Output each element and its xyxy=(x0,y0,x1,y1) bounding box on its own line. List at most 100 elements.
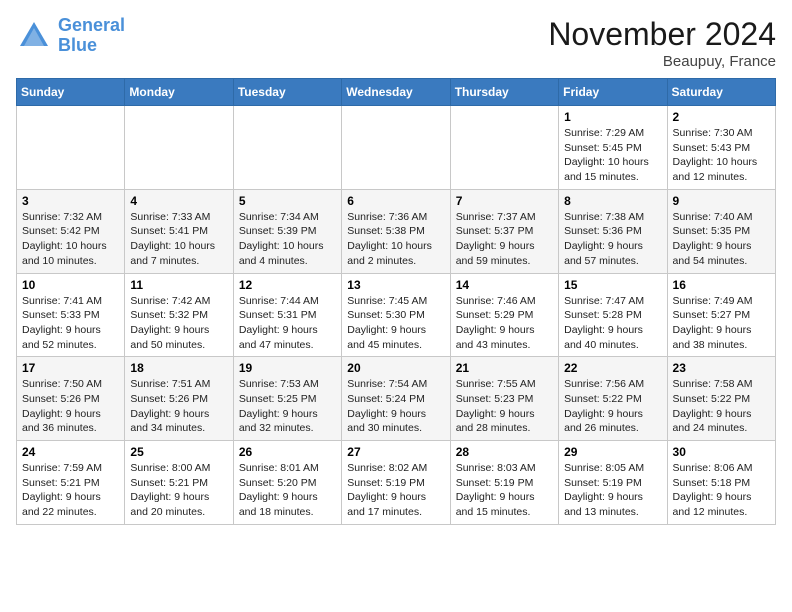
day-info: Sunrise: 7:34 AM Sunset: 5:39 PM Dayligh… xyxy=(239,210,336,269)
calendar-cell xyxy=(450,106,558,190)
calendar-cell: 8Sunrise: 7:38 AM Sunset: 5:36 PM Daylig… xyxy=(559,189,667,273)
logo-line2: Blue xyxy=(58,35,97,55)
day-info: Sunrise: 7:32 AM Sunset: 5:42 PM Dayligh… xyxy=(22,210,119,269)
day-number: 9 xyxy=(673,194,770,208)
day-info: Sunrise: 7:45 AM Sunset: 5:30 PM Dayligh… xyxy=(347,294,444,353)
weekday-header: Sunday xyxy=(17,79,125,106)
calendar-cell xyxy=(125,106,233,190)
day-number: 17 xyxy=(22,361,119,375)
day-info: Sunrise: 7:38 AM Sunset: 5:36 PM Dayligh… xyxy=(564,210,661,269)
day-info: Sunrise: 7:44 AM Sunset: 5:31 PM Dayligh… xyxy=(239,294,336,353)
day-number: 5 xyxy=(239,194,336,208)
day-info: Sunrise: 7:49 AM Sunset: 5:27 PM Dayligh… xyxy=(673,294,770,353)
day-number: 10 xyxy=(22,278,119,292)
day-info: Sunrise: 8:03 AM Sunset: 5:19 PM Dayligh… xyxy=(456,461,553,520)
calendar-cell: 10 Sunrise: 7:41 AM Sunset: 5:33 PM Dayli… xyxy=(17,273,125,357)
calendar-cell: 1Sunrise: 7:29 AM Sunset: 5:45 PM Daylig… xyxy=(559,106,667,190)
logo: General Blue xyxy=(16,16,125,56)
day-info: Sunrise: 7:51 AM Sunset: 5:26 PM Dayligh… xyxy=(130,377,227,436)
calendar-cell: 13Sunrise: 7:45 AM Sunset: 5:30 PM Dayli… xyxy=(342,273,450,357)
day-number: 18 xyxy=(130,361,227,375)
calendar-cell: 15Sunrise: 7:47 AM Sunset: 5:28 PM Dayli… xyxy=(559,273,667,357)
day-info: Sunrise: 8:00 AM Sunset: 5:21 PM Dayligh… xyxy=(130,461,227,520)
weekday-header: Wednesday xyxy=(342,79,450,106)
calendar-cell xyxy=(17,106,125,190)
calendar-table: SundayMondayTuesdayWednesdayThursdayFrid… xyxy=(16,78,776,525)
weekday-header: Monday xyxy=(125,79,233,106)
location: Beaupuy, France xyxy=(548,53,776,70)
day-info: Sunrise: 8:05 AM Sunset: 5:19 PM Dayligh… xyxy=(564,461,661,520)
calendar-week-row: 3 Sunrise: 7:32 AM Sunset: 5:42 PM Daylig… xyxy=(17,189,776,273)
calendar-cell: 27Sunrise: 8:02 AM Sunset: 5:19 PM Dayli… xyxy=(342,441,450,525)
weekday-header: Tuesday xyxy=(233,79,341,106)
weekday-header: Friday xyxy=(559,79,667,106)
day-number: 30 xyxy=(673,445,770,459)
day-number: 28 xyxy=(456,445,553,459)
day-info: Sunrise: 7:37 AM Sunset: 5:37 PM Dayligh… xyxy=(456,210,553,269)
calendar-cell xyxy=(233,106,341,190)
day-info: Sunrise: 7:41 AM Sunset: 5:33 PM Dayligh… xyxy=(22,294,119,353)
calendar-cell: 5 Sunrise: 7:34 AM Sunset: 5:39 PM Daylig… xyxy=(233,189,341,273)
calendar-cell: 23Sunrise: 7:58 AM Sunset: 5:22 PM Dayli… xyxy=(667,357,775,441)
day-info: Sunrise: 7:56 AM Sunset: 5:22 PM Dayligh… xyxy=(564,377,661,436)
calendar-cell: 14Sunrise: 7:46 AM Sunset: 5:29 PM Dayli… xyxy=(450,273,558,357)
day-number: 23 xyxy=(673,361,770,375)
calendar-cell: 12 Sunrise: 7:44 AM Sunset: 5:31 PM Dayli… xyxy=(233,273,341,357)
calendar-cell: 3 Sunrise: 7:32 AM Sunset: 5:42 PM Daylig… xyxy=(17,189,125,273)
day-number: 27 xyxy=(347,445,444,459)
day-number: 26 xyxy=(239,445,336,459)
day-number: 3 xyxy=(22,194,119,208)
day-number: 11 xyxy=(130,278,227,292)
calendar-header-row: SundayMondayTuesdayWednesdayThursdayFrid… xyxy=(17,79,776,106)
day-number: 6 xyxy=(347,194,444,208)
calendar-cell: 7Sunrise: 7:37 AM Sunset: 5:37 PM Daylig… xyxy=(450,189,558,273)
calendar-cell: 2 Sunrise: 7:30 AM Sunset: 5:43 PM Daylig… xyxy=(667,106,775,190)
day-number: 29 xyxy=(564,445,661,459)
month-title: November 2024 xyxy=(548,16,776,53)
calendar-cell: 22 Sunrise: 7:56 AM Sunset: 5:22 PM Dayli… xyxy=(559,357,667,441)
weekday-header: Thursday xyxy=(450,79,558,106)
calendar-cell: 28 Sunrise: 8:03 AM Sunset: 5:19 PM Dayli… xyxy=(450,441,558,525)
day-number: 22 xyxy=(564,361,661,375)
logo-icon xyxy=(16,18,52,54)
day-info: Sunrise: 7:36 AM Sunset: 5:38 PM Dayligh… xyxy=(347,210,444,269)
day-info: Sunrise: 7:55 AM Sunset: 5:23 PM Dayligh… xyxy=(456,377,553,436)
day-info: Sunrise: 8:01 AM Sunset: 5:20 PM Dayligh… xyxy=(239,461,336,520)
calendar-cell xyxy=(342,106,450,190)
day-number: 19 xyxy=(239,361,336,375)
calendar-cell: 30 Sunrise: 8:06 AM Sunset: 5:18 PM Dayli… xyxy=(667,441,775,525)
day-info: Sunrise: 7:50 AM Sunset: 5:26 PM Dayligh… xyxy=(22,377,119,436)
calendar-week-row: 10 Sunrise: 7:41 AM Sunset: 5:33 PM Dayli… xyxy=(17,273,776,357)
day-info: Sunrise: 7:54 AM Sunset: 5:24 PM Dayligh… xyxy=(347,377,444,436)
calendar-cell: 17 Sunrise: 7:50 AM Sunset: 5:26 PM Dayli… xyxy=(17,357,125,441)
logo-line1: General xyxy=(58,15,125,35)
day-info: Sunrise: 7:47 AM Sunset: 5:28 PM Dayligh… xyxy=(564,294,661,353)
day-info: Sunrise: 7:42 AM Sunset: 5:32 PM Dayligh… xyxy=(130,294,227,353)
calendar-cell: 25 Sunrise: 8:00 AM Sunset: 5:21 PM Dayli… xyxy=(125,441,233,525)
day-number: 2 xyxy=(673,110,770,124)
calendar-cell: 26 Sunrise: 8:01 AM Sunset: 5:20 PM Dayli… xyxy=(233,441,341,525)
day-info: Sunrise: 7:59 AM Sunset: 5:21 PM Dayligh… xyxy=(22,461,119,520)
calendar-cell: 11 Sunrise: 7:42 AM Sunset: 5:32 PM Dayli… xyxy=(125,273,233,357)
calendar-cell: 9 Sunrise: 7:40 AM Sunset: 5:35 PM Daylig… xyxy=(667,189,775,273)
calendar-week-row: 24Sunrise: 7:59 AM Sunset: 5:21 PM Dayli… xyxy=(17,441,776,525)
calendar-cell: 18 Sunrise: 7:51 AM Sunset: 5:26 PM Dayli… xyxy=(125,357,233,441)
calendar-cell: 29 Sunrise: 8:05 AM Sunset: 5:19 PM Dayli… xyxy=(559,441,667,525)
day-info: Sunrise: 7:46 AM Sunset: 5:29 PM Dayligh… xyxy=(456,294,553,353)
day-info: Sunrise: 7:40 AM Sunset: 5:35 PM Dayligh… xyxy=(673,210,770,269)
calendar-cell: 24Sunrise: 7:59 AM Sunset: 5:21 PM Dayli… xyxy=(17,441,125,525)
day-number: 20 xyxy=(347,361,444,375)
calendar-cell: 21Sunrise: 7:55 AM Sunset: 5:23 PM Dayli… xyxy=(450,357,558,441)
weekday-header: Saturday xyxy=(667,79,775,106)
day-number: 25 xyxy=(130,445,227,459)
calendar-week-row: 17 Sunrise: 7:50 AM Sunset: 5:26 PM Dayli… xyxy=(17,357,776,441)
day-number: 16 xyxy=(673,278,770,292)
day-info: Sunrise: 7:30 AM Sunset: 5:43 PM Dayligh… xyxy=(673,126,770,185)
day-number: 4 xyxy=(130,194,227,208)
day-number: 12 xyxy=(239,278,336,292)
day-info: Sunrise: 7:29 AM Sunset: 5:45 PM Dayligh… xyxy=(564,126,661,185)
calendar-cell: 16 Sunrise: 7:49 AM Sunset: 5:27 PM Dayli… xyxy=(667,273,775,357)
calendar-cell: 6 Sunrise: 7:36 AM Sunset: 5:38 PM Daylig… xyxy=(342,189,450,273)
calendar-cell: 4Sunrise: 7:33 AM Sunset: 5:41 PM Daylig… xyxy=(125,189,233,273)
day-info: Sunrise: 8:06 AM Sunset: 5:18 PM Dayligh… xyxy=(673,461,770,520)
